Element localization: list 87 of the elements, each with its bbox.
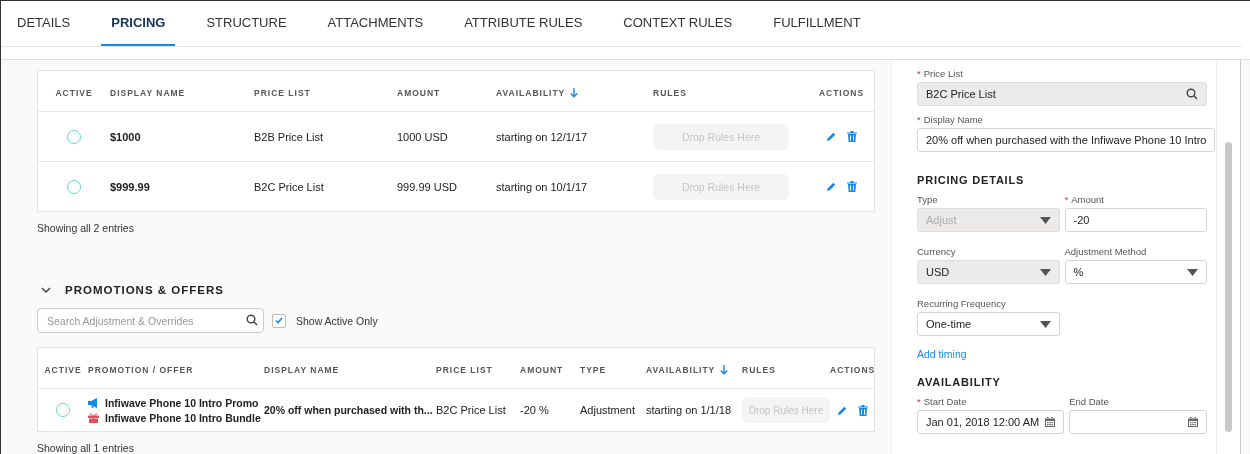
gift-icon (88, 412, 99, 423)
column-header: PRICE LIST (436, 365, 494, 375)
section-title: PRICING DETAILS (917, 174, 1026, 186)
table-cell-text: B2C Price List (436, 404, 507, 416)
select-field[interactable]: One-time (917, 312, 1060, 336)
field-label: End Date (1069, 396, 1110, 407)
chevron-icon[interactable] (41, 285, 51, 295)
table-cell-text: starting on 1/1/18 (646, 404, 732, 416)
field-label: Currency (917, 246, 957, 257)
search-icon[interactable] (1186, 88, 1198, 100)
tab[interactable]: PRICING (101, 1, 176, 46)
column-header: TYPE (580, 365, 608, 375)
column-header: AMOUNT (397, 88, 442, 98)
select-field[interactable]: % (1064, 260, 1207, 284)
search-field[interactable]: Search Adjustment & Overrides (37, 308, 264, 333)
active-radio[interactable] (67, 129, 81, 144)
checkmark-icon (275, 317, 283, 324)
date-field[interactable]: Jan 01, 2018 12:00 AM (917, 410, 1065, 434)
table-cell-text: B2C Price List (254, 180, 325, 193)
dropdown-caret-icon[interactable] (1039, 320, 1051, 328)
column-header: PRICE LIST (254, 88, 312, 98)
table-cell-text: $1000 (110, 130, 142, 143)
input-field[interactable]: -20 (1064, 208, 1207, 232)
edit-icon[interactable] (826, 131, 837, 142)
column-header: ACTIVE (55, 88, 93, 98)
field-label: * Amount (1064, 194, 1105, 205)
add-timing-link[interactable]: Add timing (917, 348, 1207, 360)
edit-icon[interactable] (836, 404, 848, 416)
sort-down-icon[interactable] (720, 365, 729, 375)
table-cell-text: starting on 12/1/17 (496, 130, 589, 143)
column-header: AMOUNT (520, 365, 565, 375)
table-cell: Infiwave Phone 10 Intro Bundle (105, 411, 261, 424)
field-label: * Display Name (917, 114, 984, 125)
tab[interactable]: FULFILLMENT (763, 1, 871, 46)
table-cell-text: Adjustment (580, 404, 637, 416)
table-cell-text: 20% off when purchased with th... (264, 404, 434, 416)
dropdown-caret-icon[interactable] (1039, 268, 1051, 276)
field-label: Type (917, 194, 939, 205)
entries-count: Showing all 1 entries (37, 442, 135, 454)
checkbox-label: Show Active Only (296, 314, 378, 327)
table-cell-text: -20 % (520, 404, 550, 416)
active-radio[interactable] (67, 179, 81, 194)
checkbox[interactable] (272, 313, 286, 328)
delete-icon[interactable] (857, 404, 868, 416)
column-header: PROMOTION / OFFER (88, 365, 195, 375)
tab[interactable]: ATTACHMENTS (317, 1, 434, 46)
delete-icon[interactable] (847, 131, 857, 142)
table-cell-text: 1000 USD (397, 130, 449, 143)
table-cell-text: B2B Price List (254, 130, 325, 143)
column-header: RULES (742, 365, 777, 375)
select-field[interactable]: USD (917, 260, 1060, 284)
scrollbar-thumb[interactable] (1225, 142, 1232, 432)
search-icon[interactable] (246, 314, 258, 326)
table-cell-text: $999.99 (110, 180, 151, 193)
column-header: ACTIONS (830, 365, 876, 375)
field-label: Adjustment Method (1064, 246, 1148, 257)
calendar-icon[interactable] (1188, 417, 1198, 427)
megaphone-icon (88, 397, 99, 408)
table-cell-text: starting on 10/1/17 (496, 180, 589, 193)
tab[interactable]: CONTEXT RULES (613, 1, 743, 46)
entries-count: Showing all 2 entries (37, 222, 135, 234)
table-cell-text: 999.99 USD (397, 180, 458, 193)
column-header: AVAILABILITY (496, 88, 653, 98)
column-header: RULES (653, 88, 688, 98)
column-header: DISPLAY NAME (264, 365, 341, 375)
dropdown-caret-icon[interactable] (1187, 268, 1198, 276)
column-header: AVAILABILITY (646, 365, 742, 375)
column-header: DISPLAY NAME (110, 88, 187, 98)
edit-icon[interactable] (826, 181, 837, 192)
tab[interactable]: DETAILS (7, 1, 81, 46)
tab[interactable]: STRUCTURE (196, 1, 297, 46)
input-field[interactable]: 20% off when purchased with the Infiwave Phone 10 Intro (917, 128, 1216, 152)
section-title: PROMOTIONS & OFFERS (65, 284, 224, 296)
field-label: Recurring Frequency (917, 298, 1007, 309)
calendar-icon[interactable] (1045, 417, 1056, 427)
field-label: * Price List (917, 68, 964, 79)
lookup-field[interactable]: B2C Price List (917, 82, 1207, 106)
date-field[interactable] (1069, 410, 1207, 434)
column-header: ACTIVE (44, 365, 82, 375)
tab[interactable]: ATTRIBUTE RULES (454, 1, 593, 46)
active-radio[interactable] (56, 403, 70, 417)
section-title: AVAILABILITY (917, 376, 1002, 388)
column-header: ACTIONS (818, 88, 865, 98)
field-label: * Start Date (917, 396, 968, 407)
sort-down-icon[interactable] (570, 88, 579, 98)
delete-icon[interactable] (847, 181, 857, 192)
table-cell: Infiwave Phone 10 Intro Promo (105, 396, 259, 409)
